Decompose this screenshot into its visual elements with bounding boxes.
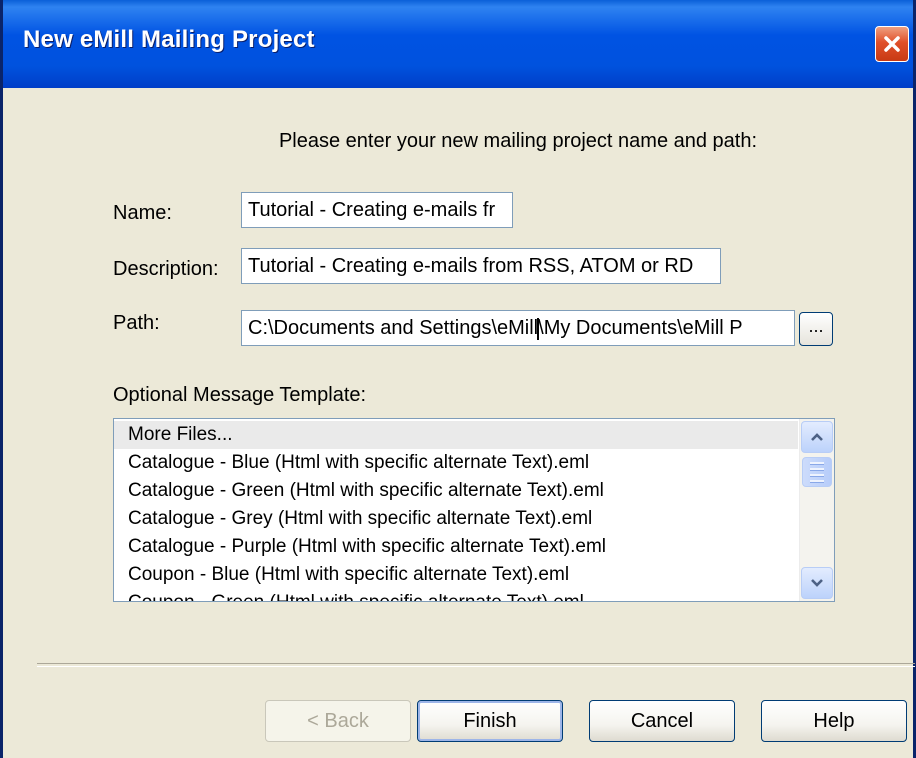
template-list-item[interactable]: Catalogue - Green (Html with specific al… [114,477,798,505]
button-separator [37,663,915,667]
template-listbox[interactable]: More Files... Catalogue - Blue (Html with… [113,418,835,602]
template-list: More Files... Catalogue - Blue (Html with… [114,421,798,601]
instruction-text: Please enter your new mailing project na… [278,130,758,152]
scroll-up-button[interactable] [801,421,833,453]
chevron-down-icon [811,579,823,587]
grip-line [810,467,824,471]
scroll-down-button[interactable] [801,567,833,599]
finish-button[interactable]: Finish [417,700,563,742]
template-list-item[interactable]: Catalogue - Purple (Html with specific a… [114,533,798,561]
grip-line [810,473,824,477]
grip-line [810,479,824,483]
path-text-before-caret: C:\Documents and Settings\eMill [248,317,539,339]
close-icon [884,36,900,52]
cancel-button[interactable]: Cancel [589,700,735,742]
close-button[interactable] [875,26,909,62]
back-button[interactable]: < Back [265,700,411,742]
description-label: Description: [113,258,219,280]
dialog-window: New eMill Mailing Project Please enter y… [0,0,916,758]
title-bar[interactable]: New eMill Mailing Project [3,0,913,88]
template-list-item[interactable]: Catalogue - Blue (Html with specific alt… [114,449,798,477]
path-label: Path: [113,312,160,334]
scroll-thumb[interactable] [802,457,832,487]
browse-button[interactable]: ... [799,312,833,346]
window-title: New eMill Mailing Project [23,26,315,53]
path-field[interactable]: C:\Documents and Settings\eMill\My Docum… [241,310,795,346]
vertical-scrollbar[interactable] [799,419,834,601]
grip-line [810,461,824,465]
help-button[interactable]: Help [761,700,907,742]
path-text-after-caret: \My Documents\eMill P [538,317,743,339]
template-list-item[interactable]: More Files... [114,421,798,449]
template-list-item[interactable]: Coupon - Blue (Html with specific altern… [114,561,798,589]
template-label: Optional Message Template: [113,384,367,406]
name-field[interactable]: Tutorial - Creating e-mails fr [241,192,513,228]
description-field[interactable]: Tutorial - Creating e-mails from RSS, AT… [241,248,721,284]
template-list-item[interactable]: Catalogue - Grey (Html with specific alt… [114,505,798,533]
chevron-up-icon [811,433,823,441]
dialog-body: Please enter your new mailing project na… [3,88,915,758]
name-label: Name: [113,202,172,224]
template-list-item[interactable]: Coupon - Green (Html with specific alter… [114,589,798,601]
